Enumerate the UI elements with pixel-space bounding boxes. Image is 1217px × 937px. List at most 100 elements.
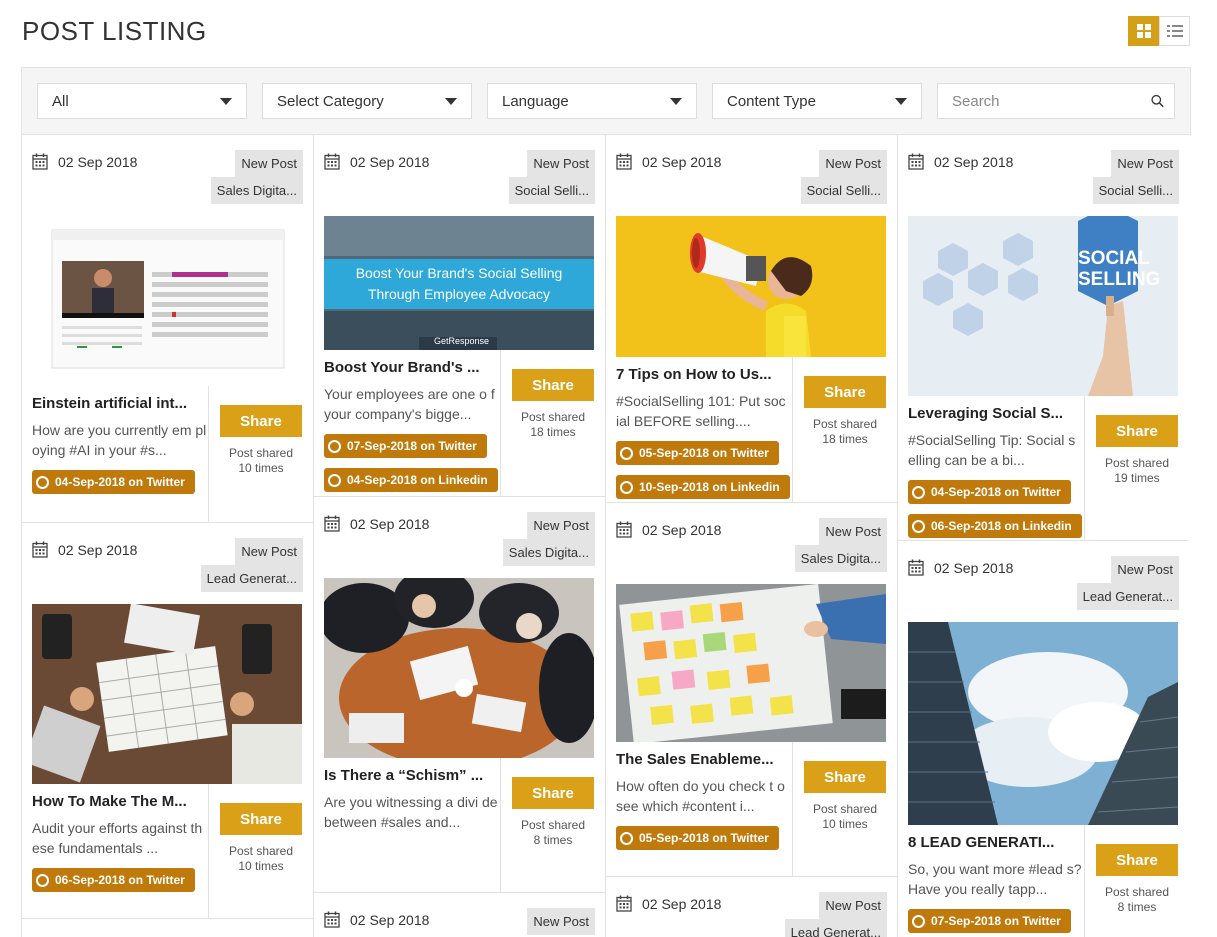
clock-icon xyxy=(36,873,49,887)
content-type-dropdown[interactable]: Content Type xyxy=(712,83,922,119)
post-date-text: 02 Sep 2018 xyxy=(350,153,430,170)
post-date: 02 Sep 2018 xyxy=(324,515,429,532)
shared-times: 19 times xyxy=(1114,471,1160,485)
post-shared-count: Post shared 18 times xyxy=(501,410,605,440)
calendar-icon xyxy=(908,559,924,576)
schedule-text: 07-Sep-2018 on Twitter xyxy=(931,914,1061,928)
language-dropdown-value: Language xyxy=(502,92,569,110)
category-tag: Social Selli... xyxy=(800,177,887,204)
post-body: Boost Your Brand's ... Your employees ar… xyxy=(314,350,605,497)
schedule-pill: 04-Sep-2018 on Twitter xyxy=(32,470,195,494)
calendar-icon xyxy=(616,521,632,538)
schedule-text: 04-Sep-2018 on Linkedin xyxy=(347,473,488,487)
schedule-text: 04-Sep-2018 on Twitter xyxy=(931,485,1061,499)
shared-times: 8 times xyxy=(533,833,573,847)
banner-image: Boost Your Brand's Social Selling Throug… xyxy=(324,216,594,350)
post-title[interactable]: 8 LEAD GENERATI... xyxy=(908,834,1083,851)
status-tag: New Post xyxy=(1111,556,1179,583)
schedule-text: 07-Sep-2018 on Twitter xyxy=(347,439,477,453)
post-grid: 02 Sep 2018 New Post Sales Digita... Ein… xyxy=(21,135,1191,937)
post-body: 7 Tips on How to Us... #SocialSelling 10… xyxy=(606,357,897,503)
shared-label: Post shared xyxy=(812,417,878,431)
share-button[interactable]: Share xyxy=(804,761,886,793)
post-date: 02 Sep 2018 xyxy=(324,153,429,170)
calendar-icon xyxy=(616,895,632,912)
shared-times: 10 times xyxy=(238,859,284,873)
post-date-text: 02 Sep 2018 xyxy=(934,153,1014,170)
post-description: How are you currently em ploying #AI in … xyxy=(32,422,207,458)
status-tag: New Post xyxy=(527,908,595,935)
shared-label: Post shared xyxy=(812,802,878,816)
post-title[interactable]: 7 Tips on How to Us... xyxy=(616,366,791,383)
status-tag: New Post xyxy=(235,538,303,565)
category-tag: Social Selli... xyxy=(508,177,595,204)
share-button[interactable]: Share xyxy=(512,369,594,401)
desk-calendar-photo xyxy=(32,604,302,784)
post-date: 02 Sep 2018 xyxy=(616,521,721,538)
caret-down-icon xyxy=(895,97,907,105)
calendar-icon xyxy=(616,153,632,170)
post-date: 02 Sep 2018 xyxy=(616,895,721,912)
post-title[interactable]: Leveraging Social S... xyxy=(908,405,1083,422)
schedule-pill: 07-Sep-2018 on Twitter xyxy=(324,434,487,458)
post-body: Einstein artificial int... How are you c… xyxy=(22,386,313,523)
post-date: 02 Sep 2018 xyxy=(32,153,137,170)
category-dropdown[interactable]: Select Category xyxy=(262,83,472,119)
post-date-text: 02 Sep 2018 xyxy=(58,541,138,558)
search-input[interactable] xyxy=(952,92,1151,110)
post-date-text: 02 Sep 2018 xyxy=(58,153,138,170)
share-button[interactable]: Share xyxy=(220,405,302,437)
post-date-text: 02 Sep 2018 xyxy=(642,153,722,170)
grid-view-button[interactable] xyxy=(1128,16,1159,46)
language-dropdown[interactable]: Language xyxy=(487,83,697,119)
post-description: So, you want more #lead s? Have you real… xyxy=(908,861,1082,897)
list-view-button[interactable] xyxy=(1159,16,1190,46)
post-date-text: 02 Sep 2018 xyxy=(350,515,430,532)
calendar-icon xyxy=(32,541,48,558)
filter-bar: All Select Category Language Content Typ… xyxy=(21,67,1191,135)
post-date: 02 Sep 2018 xyxy=(908,153,1013,170)
post-column: 02 Sep 2018 New Post Sales Digita... Ein… xyxy=(21,135,313,937)
post-card: 02 Sep 2018 New Post Lead Generat... 8 L… xyxy=(898,541,1189,937)
post-date-text: 02 Sep 2018 xyxy=(934,559,1014,576)
calendar-icon xyxy=(32,153,48,170)
share-button[interactable]: Share xyxy=(512,777,594,809)
status-tag: New Post xyxy=(819,892,887,919)
post-card: 02 Sep 2018 New Post Sales Digita... xyxy=(314,497,605,893)
search-box xyxy=(937,83,1175,119)
share-button[interactable]: Share xyxy=(1096,415,1178,447)
post-title[interactable]: How To Make The M... xyxy=(32,793,207,810)
post-shared-count: Post shared 10 times xyxy=(209,446,313,476)
post-shared-count: Post shared 19 times xyxy=(1085,456,1189,486)
post-title[interactable]: Einstein artificial int... xyxy=(32,395,207,412)
banner-text: Boost Your Brand's Social Selling Throug… xyxy=(324,263,594,305)
schedule-pill: 05-Sep-2018 on Twitter xyxy=(616,441,779,465)
post-body: 8 LEAD GENERATI... So, you want more #le… xyxy=(898,825,1189,937)
post-card: 02 Sep 2018 New Post Social Selli... xyxy=(898,135,1189,541)
category-dropdown-value: Select Category xyxy=(277,92,384,110)
post-title[interactable]: The Sales Enableme... xyxy=(616,751,791,768)
image-text: SELLING xyxy=(1078,269,1161,290)
banner-logo: GetResponse xyxy=(434,336,490,346)
status-dropdown-value: All xyxy=(52,92,69,110)
schedule-pill: 04-Sep-2018 on Linkedin xyxy=(324,468,498,492)
social-selling-image: SOCIAL SELLING xyxy=(908,216,1178,396)
clock-icon xyxy=(328,439,341,453)
post-date: 02 Sep 2018 xyxy=(616,153,721,170)
post-body: How To Make The M... Audit your efforts … xyxy=(22,784,313,919)
status-dropdown[interactable]: All xyxy=(37,83,247,119)
post-description: Audit your efforts against these fundame… xyxy=(32,820,203,856)
schedule-pill: 06-Sep-2018 on Twitter xyxy=(32,868,195,892)
dashboard-screenshot-image xyxy=(32,216,302,386)
post-title[interactable]: Boost Your Brand's ... xyxy=(324,359,499,376)
share-button[interactable]: Share xyxy=(220,803,302,835)
clock-icon xyxy=(912,914,925,928)
category-tag: Social Selli... xyxy=(1092,177,1179,204)
share-button[interactable]: Share xyxy=(804,376,886,408)
status-tag: New Post xyxy=(819,150,887,177)
post-shared-count: Post shared 8 times xyxy=(501,818,605,848)
post-title[interactable]: Is There a “Schism” ... xyxy=(324,767,499,784)
share-button[interactable]: Share xyxy=(1096,844,1178,876)
search-icon[interactable] xyxy=(1151,93,1164,109)
post-shared-count: Post shared 10 times xyxy=(793,802,897,832)
